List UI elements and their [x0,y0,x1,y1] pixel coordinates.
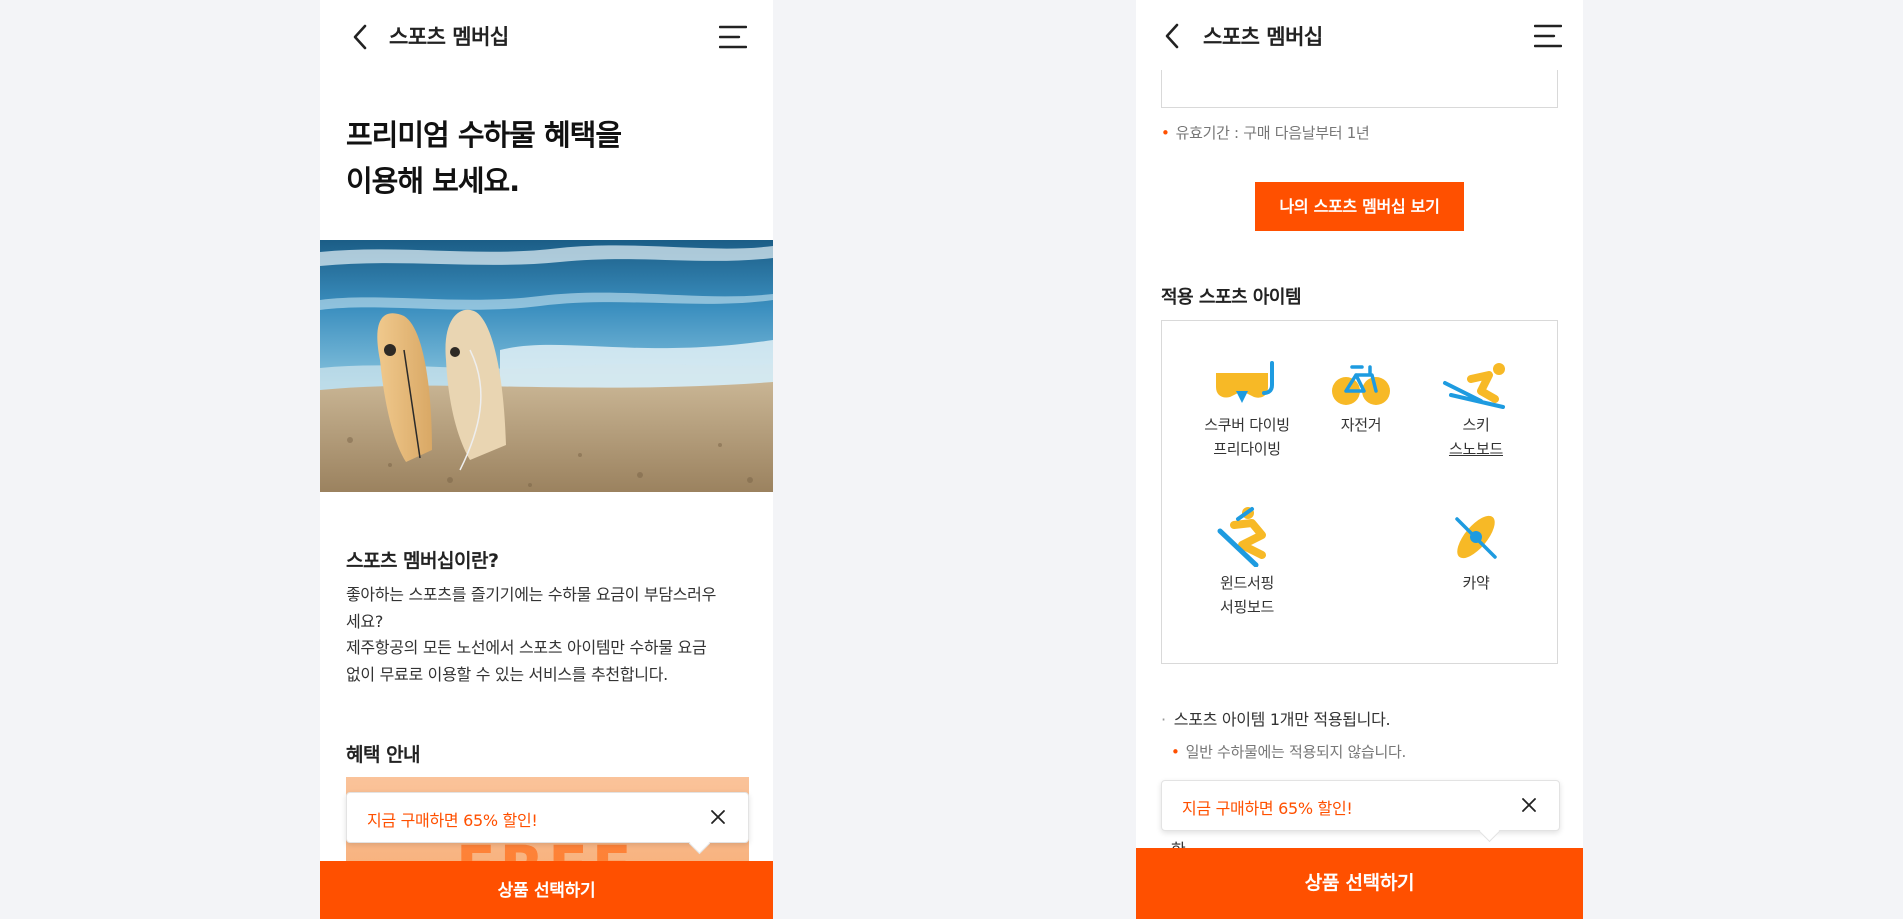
about-title: 스포츠 멤버십이란? [346,550,499,572]
bullet-dot: • [1171,743,1180,761]
hero-surfboards-image [320,240,773,492]
item-label-line1: 윈드서핑 [1219,574,1274,592]
item-label-line1: 스키 [1462,416,1490,434]
hero-title-line2: 이용해 보세요. [346,164,520,198]
chevron-left-icon[interactable] [1158,21,1188,51]
bullet-dot: · [1161,710,1166,729]
item-kayak[interactable]: 카약 [1418,505,1534,595]
toast-tail [1478,820,1501,843]
items-title: 적용 스포츠 아이템 [1161,287,1302,308]
chevron-left-icon[interactable] [346,22,376,52]
hero-title-line1: 프리미엄 수하물 혜택을 [346,118,622,152]
bicycle-icon [1332,365,1390,405]
toast-text: 지금 구매하면 65% 할인! [367,811,538,830]
item-bicycle[interactable]: 자전거 [1303,361,1419,437]
info-line-1: · 스포츠 아이템 1개만 적용됩니다. [1161,706,1391,730]
hero-title: 프리미엄 수하물 혜택을 이용해 보세요. [346,112,622,204]
hamburger-menu-icon[interactable] [719,25,747,49]
hamburger-menu-icon[interactable] [1534,24,1562,48]
validity-note: • 유효기간 : 구매 다음날부터 1년 [1161,122,1370,143]
item-label-line2: 스노보드 [1448,440,1503,458]
item-label-line1: 카약 [1462,574,1490,592]
left-screen: 스포츠 멤버십 프리미엄 수하물 혜택을 이용해 보세요. 스포츠 멤버십이란?… [320,0,773,919]
about-line1: 좋아하는 스포츠를 즐기기에는 수하물 요금이 부담스러우 [346,585,717,604]
previous-content-box [1161,70,1558,108]
bullet-dot: • [1161,124,1170,142]
select-product-button[interactable]: 상품 선택하기 [320,861,773,919]
diving-mask-icon [1216,361,1274,403]
close-icon[interactable] [1521,797,1537,813]
validity-note-text: 유효기간 : 구매 다음날부터 1년 [1175,124,1370,142]
surfing-icon [1217,507,1266,567]
item-label-line1: 자전거 [1340,416,1382,434]
close-icon[interactable] [710,809,726,825]
ski-icon [1443,363,1505,409]
page-title: 스포츠 멤버십 [1203,25,1323,49]
item-label-line2: 프리다이빙 [1213,440,1281,458]
item-diving[interactable]: 스쿠버 다이빙 프리다이빙 [1189,361,1305,461]
about-line2: 세요? [346,611,384,631]
benefits-title: 혜택 안내 [346,744,421,766]
toast-text: 지금 구매하면 65% 할인! [1182,799,1353,818]
info-line-2-text: 일반 수하물에는 적용되지 않습니다. [1185,743,1407,761]
right-screen: 스포츠 멤버십 • 유효기간 : 구매 다음날부터 1년 나의 스포츠 멤버십 보… [1136,0,1583,919]
header: 스포츠 멤버십 [1136,0,1583,70]
about-description: 좋아하는 스포츠를 즐기기에는 수하물 요금이 부담스러우 세요? 제주항공의 … [346,582,751,688]
discount-toast: 지금 구매하면 65% 할인! [1161,780,1560,843]
header: 스포츠 멤버십 [320,0,773,74]
page-title: 스포츠 멤버십 [389,25,509,49]
about-line4: 없이 무료로 이용할 수 있는 서비스를 추천합니다. [346,664,668,684]
info-line-2: • 일반 수하물에는 적용되지 않습니다. [1171,741,1406,762]
my-membership-button[interactable]: 나의 스포츠 멤버십 보기 [1255,182,1464,231]
item-label-line2: 서핑보드 [1219,598,1274,616]
item-label-line1: 스쿠버 다이빙 [1204,416,1290,434]
discount-toast: 지금 구매하면 65% 할인! [346,792,749,855]
sports-items-box: 스쿠버 다이빙 프리다이빙 자전거 스키 스노보드 윈드서핑 서핑보드 카약 [1161,320,1558,664]
about-line3: 제주항공의 모든 노선에서 스포츠 아이템만 수하물 요금 [346,638,707,657]
select-product-button[interactable]: 상품 선택하기 [1136,848,1583,919]
kayak-icon [1455,515,1497,559]
info-line-1-text: 스포츠 아이템 1개만 적용됩니다. [1173,710,1391,729]
item-surfing[interactable]: 윈드서핑 서핑보드 [1189,505,1305,619]
item-ski[interactable]: 스키 스노보드 [1418,361,1534,461]
